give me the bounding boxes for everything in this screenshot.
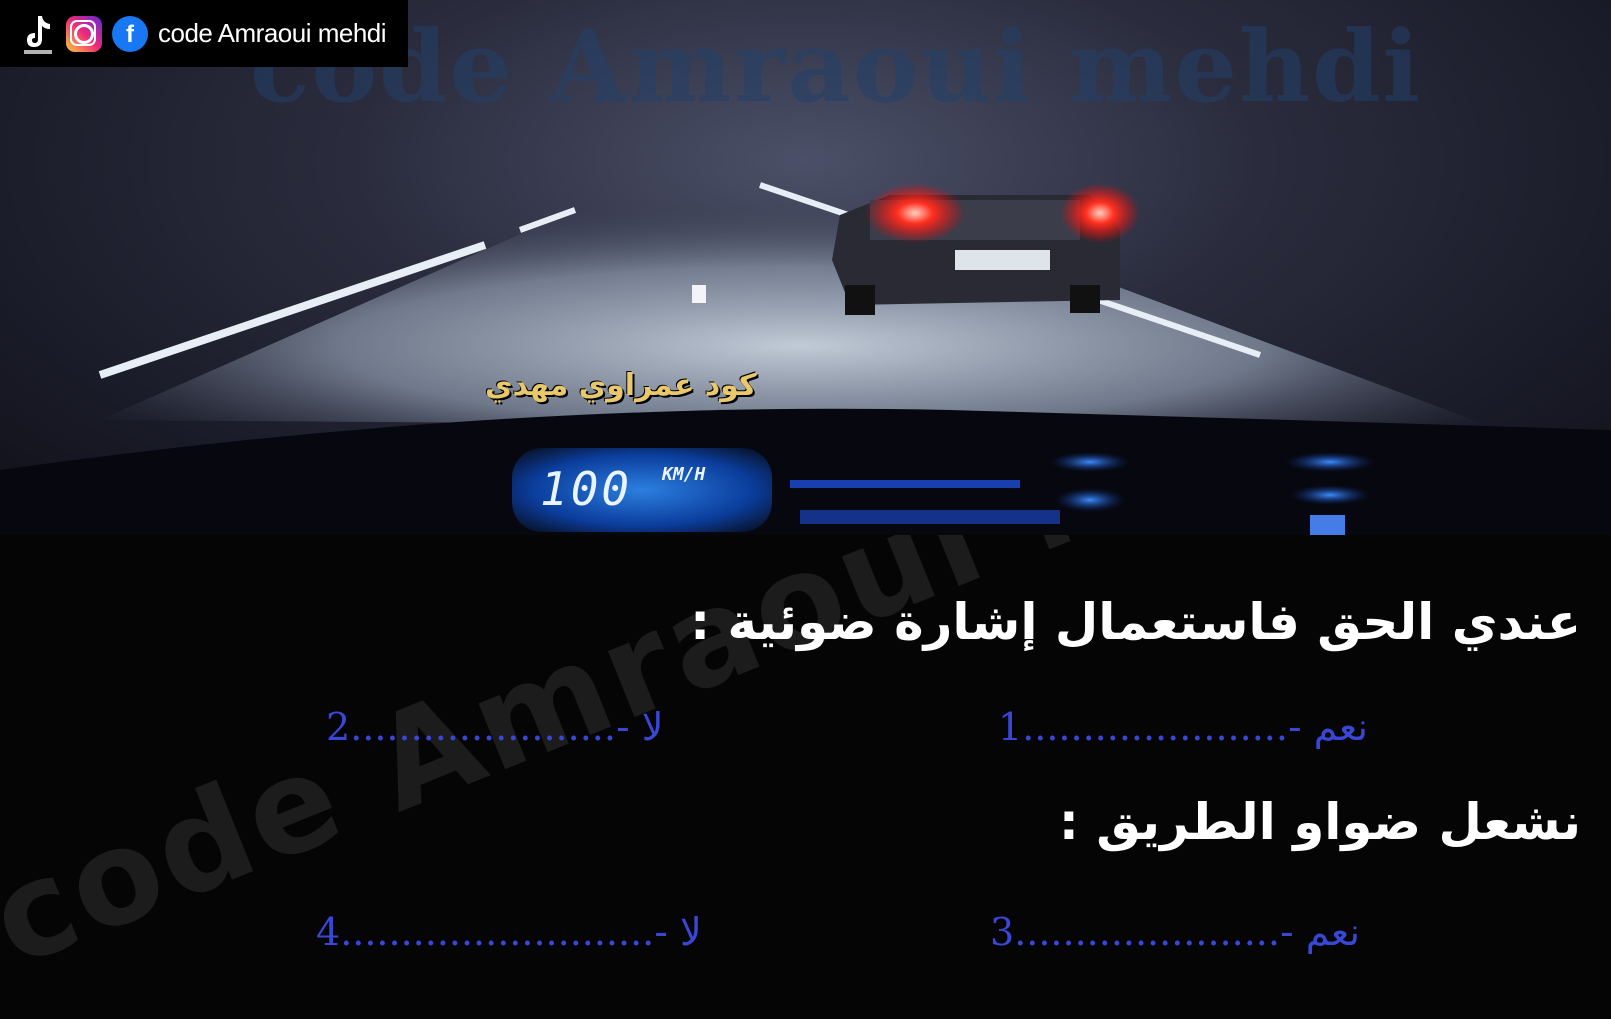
watermark-top: code Amraoui mehdi [250,10,1422,125]
answer-dots: ...................... [350,705,616,749]
overlay-caption: كود عمراوي مهدي [485,368,757,403]
car-ahead [832,183,1140,315]
answer-4[interactable]: 4..........................لا - [316,910,702,954]
road-surface [100,190,1500,430]
question-1: عندي الحق فاستعمال إشارة ضوئية : [690,593,1581,651]
speed-unit: KM/H [662,464,706,485]
answer-2[interactable]: 2......................لا - [326,705,663,749]
video-frame: code Amraoui mehdi f code Amraoui mehdi … [0,0,1611,535]
answer-dots: ...................... [1022,705,1288,749]
social-handle: code Amraoui mehdi [158,18,387,48]
dash-light [790,480,1020,488]
facebook-icon: f [112,15,148,52]
dash-light [1285,452,1375,472]
dash-light [1290,485,1370,505]
speed-display: 100 KM/H [512,448,772,532]
lane-marking [692,285,706,303]
answer-dots: .......................... [340,910,655,954]
answer-3[interactable]: 3......................نعم - [990,910,1360,954]
dash-light [1055,488,1125,512]
answer-number: 1 [998,705,1023,749]
social-bar: f code Amraoui mehdi [0,0,408,67]
answer-label: نعم - [1287,705,1368,749]
answer-number: 3 [990,910,1015,954]
answer-dots: ...................... [1014,910,1280,954]
question-2: نشعل ضواو الطريق : [1058,793,1581,851]
dash-light [1310,515,1345,535]
answer-label: لا - [654,910,702,954]
answer-label: لا - [615,705,664,749]
dash-light [1050,452,1130,472]
speed-value: 100 [540,462,633,516]
answer-number: 4 [316,910,341,954]
answer-label: نعم - [1279,910,1360,954]
dash-light [800,510,1060,524]
tiktok-icon [20,12,56,56]
quiz-panel: code Amraoui mehdi عندي الحق فاستعمال إش… [0,535,1611,1019]
answer-number: 2 [326,705,351,749]
answer-1[interactable]: 1......................نعم - [998,705,1368,749]
instagram-icon [66,15,102,52]
